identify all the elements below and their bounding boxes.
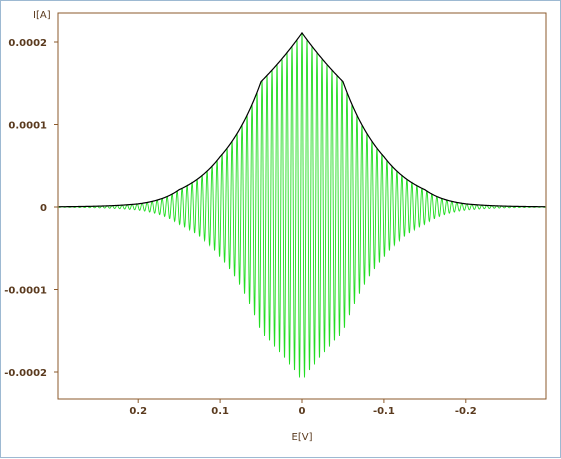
x-tick-label: 0.1 [211, 406, 229, 417]
x-axis-label: E[V] [292, 432, 313, 443]
y-tick-label: -0.0002 [4, 368, 47, 379]
x-tick-label: -0.1 [373, 406, 395, 417]
y-tick-label: 0.0002 [8, 38, 47, 49]
oscillating-current-line [57, 32, 547, 378]
y-axis-label: I[A] [33, 10, 51, 21]
x-tick-label: 0 [299, 406, 306, 417]
chart-window: 0.2 0.1 0 -0.1 -0.2 0.0002 0.0001 0 -0.0001 -0.00… [0, 0, 561, 458]
series-layer [57, 31, 547, 378]
y-tick-label: 0 [40, 203, 47, 214]
y-tick-label: -0.0001 [4, 286, 47, 297]
chart-svg: 0.2 0.1 0 -0.1 -0.2 0.0002 0.0001 0 -0.0001 -0.00… [4, 10, 547, 443]
x-tick-label: -0.2 [455, 406, 477, 417]
y-tick-label: 0.0001 [8, 121, 47, 132]
x-tick-label: 0.2 [129, 406, 147, 417]
